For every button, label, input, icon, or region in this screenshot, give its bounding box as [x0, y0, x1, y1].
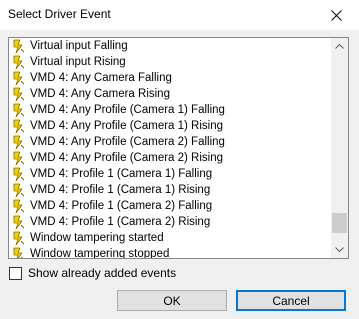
- event-label: VMD 4: Profile 1 (Camera 1) Rising: [30, 184, 211, 196]
- event-list-item[interactable]: Virtual input Rising: [10, 54, 332, 70]
- show-added-events-option[interactable]: Show already added events: [9, 266, 176, 280]
- lightning-bolt-icon: [13, 247, 23, 258]
- scroll-thumb[interactable]: [332, 213, 347, 233]
- show-added-events-label: Show already added events: [28, 266, 177, 280]
- event-label: VMD 4: Any Camera Falling: [30, 72, 172, 84]
- event-list-item[interactable]: VMD 4: Profile 1 (Camera 1) Rising: [10, 182, 332, 198]
- title-bar: Select Driver Event: [0, 0, 359, 30]
- lightning-bolt-icon: [13, 39, 25, 54]
- event-list-item[interactable]: VMD 4: Any Profile (Camera 1) Falling: [10, 102, 332, 118]
- lightning-bolt-icon: [13, 167, 25, 182]
- lightning-bolt-icon: [13, 183, 25, 198]
- event-list-item[interactable]: VMD 4: Profile 1 (Camera 2) Rising: [10, 214, 332, 230]
- event-label: VMD 4: Any Profile (Camera 1) Rising: [30, 120, 224, 132]
- lightning-bolt-icon: [13, 71, 25, 86]
- ok-button[interactable]: OK: [117, 290, 227, 311]
- event-label: Window tampering started: [30, 232, 164, 244]
- event-label: Window tampering stopped: [30, 248, 170, 259]
- event-label: VMD 4: Profile 1 (Camera 2) Rising: [30, 216, 211, 228]
- vertical-scrollbar[interactable]: [331, 38, 348, 258]
- lightning-bolt-icon: [13, 87, 25, 102]
- event-list-item[interactable]: Window tampering stopped: [10, 246, 332, 259]
- event-list-item[interactable]: Window tampering started: [10, 230, 332, 246]
- scroll-down-button[interactable]: [331, 241, 348, 258]
- lightning-bolt-icon: [13, 231, 25, 246]
- event-list-item[interactable]: VMD 4: Any Camera Falling: [10, 70, 332, 86]
- event-label: VMD 4: Any Profile (Camera 2) Falling: [30, 136, 225, 148]
- event-list-item[interactable]: VMD 4: Profile 1 (Camera 1) Falling: [10, 166, 332, 182]
- event-list[interactable]: Virtual input Falling Virtual input Risin…: [8, 37, 349, 259]
- event-list-item[interactable]: VMD 4: Any Profile (Camera 1) Rising: [10, 118, 332, 134]
- lightning-bolt-icon: [13, 199, 25, 214]
- chevron-up-icon: [335, 44, 344, 49]
- show-added-events-checkbox[interactable]: [9, 266, 22, 280]
- select-driver-event-dialog: Select Driver Event Virtual input Fallin…: [0, 0, 359, 319]
- event-list-item[interactable]: Virtual input Falling: [10, 38, 332, 54]
- lightning-bolt-icon: [13, 119, 25, 134]
- event-list-item[interactable]: VMD 4: Any Camera Rising: [10, 86, 332, 102]
- close-button[interactable]: [314, 0, 359, 30]
- scroll-up-button[interactable]: [331, 38, 348, 55]
- event-label: Virtual input Falling: [30, 40, 128, 52]
- lightning-bolt-icon: [13, 55, 25, 70]
- lightning-bolt-icon: [13, 151, 25, 166]
- event-label: VMD 4: Profile 1 (Camera 2) Falling: [30, 200, 213, 212]
- event-label: VMD 4: Any Profile (Camera 1) Falling: [30, 104, 225, 116]
- event-label: VMD 4: Any Profile (Camera 2) Rising: [30, 152, 224, 164]
- event-list-rows: Virtual input Falling Virtual input Risin…: [10, 38, 332, 259]
- event-label: VMD 4: Any Camera Rising: [30, 88, 170, 100]
- event-list-item[interactable]: VMD 4: Profile 1 (Camera 2) Falling: [10, 198, 332, 214]
- close-icon: [331, 9, 342, 21]
- chevron-down-icon: [335, 247, 344, 252]
- lightning-bolt-icon: [13, 215, 25, 230]
- event-label: Virtual input Rising: [30, 56, 126, 68]
- event-list-item[interactable]: VMD 4: Any Profile (Camera 2) Rising: [10, 150, 332, 166]
- window-title: Select Driver Event: [8, 7, 111, 21]
- event-list-item[interactable]: VMD 4: Any Profile (Camera 2) Falling: [10, 134, 332, 150]
- cancel-button[interactable]: Cancel: [236, 290, 346, 311]
- lightning-bolt-icon: [13, 135, 25, 150]
- event-label: VMD 4: Profile 1 (Camera 1) Falling: [30, 168, 213, 180]
- lightning-bolt-icon: [13, 103, 25, 118]
